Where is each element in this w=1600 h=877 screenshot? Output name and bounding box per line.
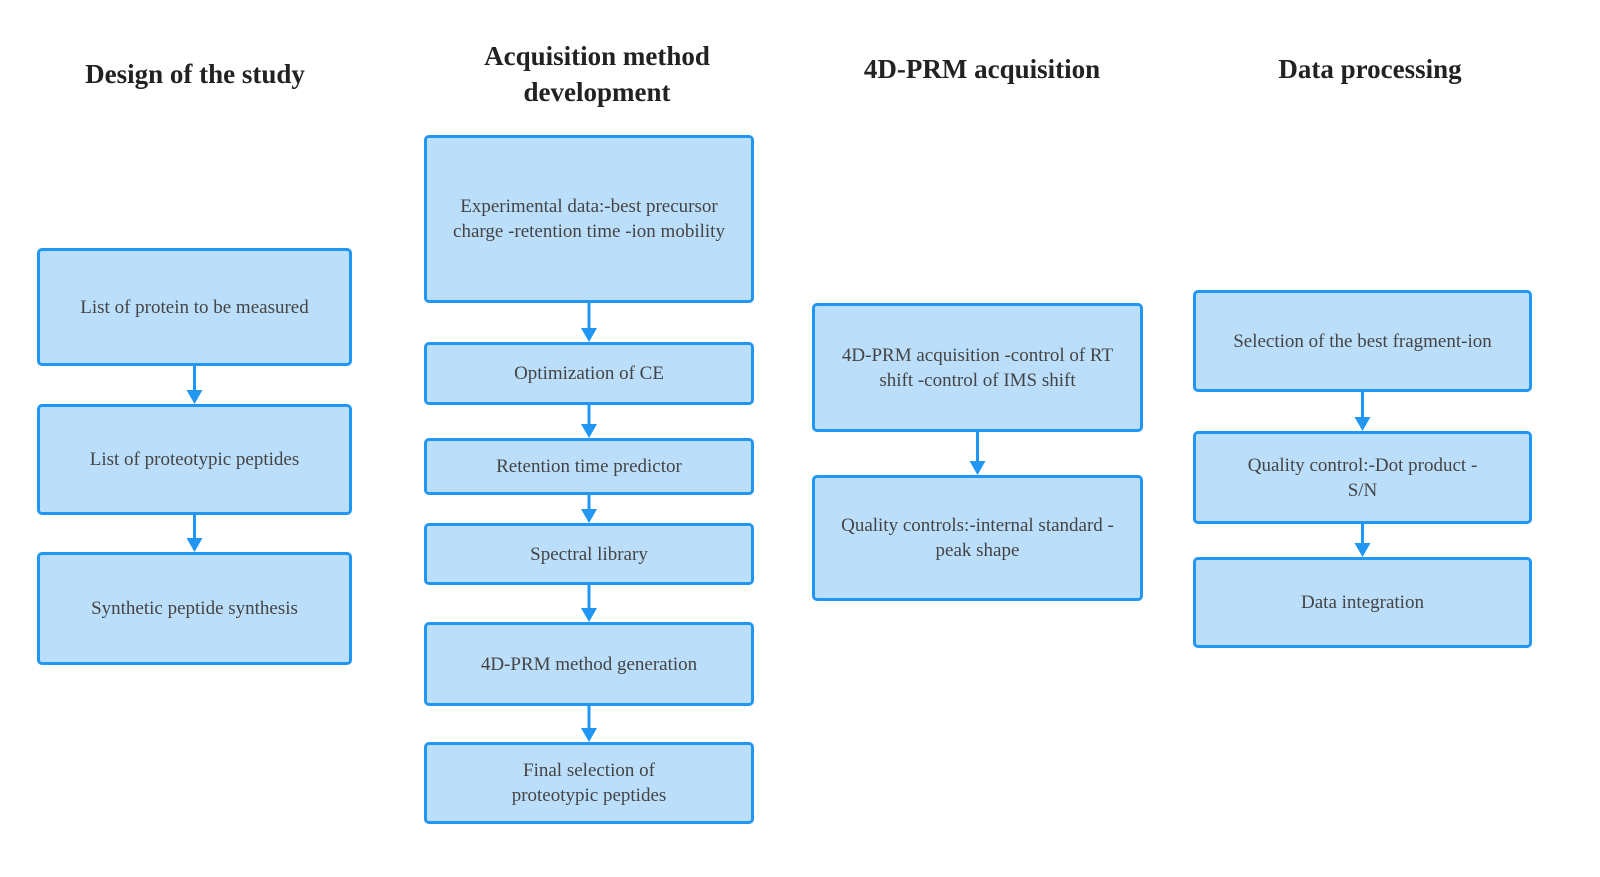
arrow-head-icon xyxy=(581,509,597,523)
arrow-head-icon xyxy=(581,328,597,342)
arrows-layer xyxy=(186,303,1371,742)
arrow-head-icon xyxy=(186,538,203,552)
arrow-head-icon xyxy=(1354,417,1371,431)
arrow-head-icon xyxy=(1354,543,1371,557)
arrow-head-icon xyxy=(581,728,597,742)
arrow-head-icon xyxy=(581,608,597,622)
arrow-head-icon xyxy=(581,424,597,438)
arrow-head-icon xyxy=(186,390,203,404)
arrow-head-icon xyxy=(969,461,986,475)
